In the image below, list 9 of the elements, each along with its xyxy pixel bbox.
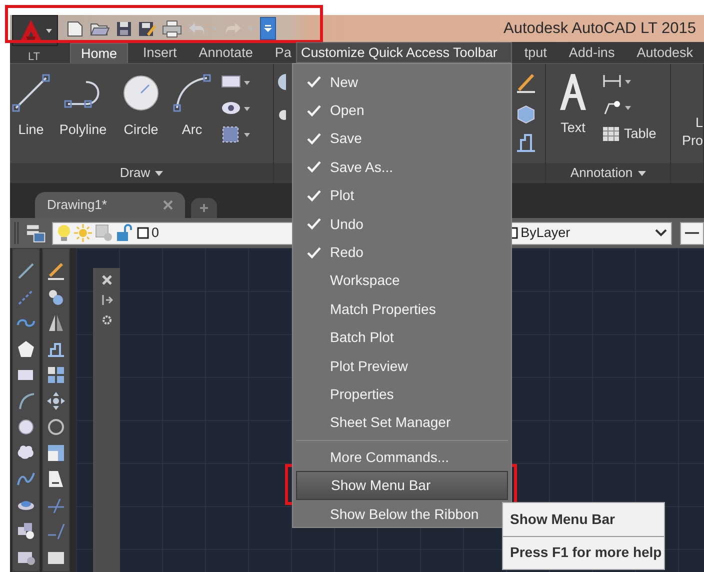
window-title: Autodesk AutoCAD LT 2015 bbox=[504, 18, 696, 39]
tool-label: L bbox=[695, 114, 703, 132]
menu-title: Customize Quick Access Toolbar bbox=[296, 42, 512, 63]
tool-label: Pro bbox=[682, 132, 703, 150]
tooltip-help: Press F1 for more help bbox=[509, 543, 663, 562]
color-value: ByLayer bbox=[520, 224, 570, 242]
app-menu-label: LT bbox=[26, 52, 42, 63]
layer-name: 0 bbox=[152, 224, 160, 242]
tooltip-title: Show Menu Bar bbox=[509, 510, 616, 529]
